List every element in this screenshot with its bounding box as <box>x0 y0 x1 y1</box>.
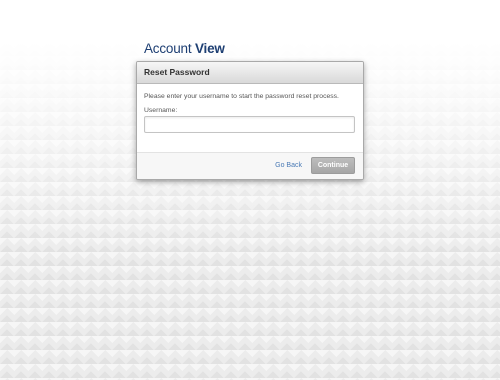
username-label: Username: <box>144 107 178 114</box>
panel-footer: Go Back Continue <box>137 152 363 179</box>
logo-text-account: Account <box>144 41 192 56</box>
username-input[interactable] <box>144 116 355 133</box>
panel-body: Please enter your username to start the … <box>137 84 363 152</box>
panel-title: Reset Password <box>137 62 363 84</box>
logo-text-view: View <box>194 41 225 56</box>
reset-password-panel: Reset Password Please enter your usernam… <box>136 61 364 180</box>
instructions-text: Please enter your username to start the … <box>144 93 339 100</box>
account-view-logo: Account View <box>144 41 225 56</box>
go-back-link[interactable]: Go Back <box>275 162 302 169</box>
continue-button[interactable]: Continue <box>311 157 355 174</box>
